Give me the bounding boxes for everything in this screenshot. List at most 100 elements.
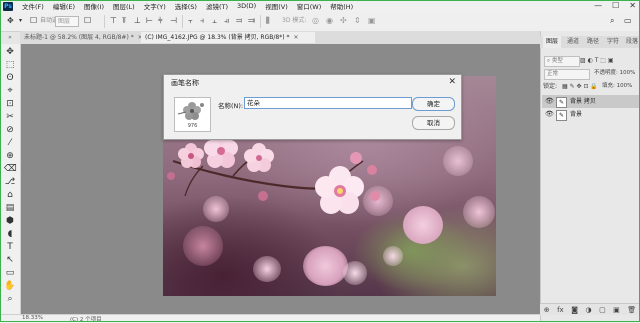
add-mask-icon[interactable]: ◙ <box>571 306 578 314</box>
menu-filter[interactable]: 滤镜(T) <box>206 1 228 11</box>
3d-slide-icon[interactable]: ⇕ <box>354 16 361 26</box>
lasso-tool-icon[interactable]: ʘ <box>4 72 16 84</box>
lock-label: 锁定: <box>543 83 558 90</box>
zoom-level[interactable]: 18.33% <box>22 315 43 321</box>
eyedropper-tool-icon[interactable]: ⊘ <box>4 124 16 136</box>
distribute-bottom-icon[interactable]: ⫠ <box>212 16 217 26</box>
name-field-label: 名称(N): <box>218 102 244 110</box>
healing-tool-icon[interactable]: ⊕ <box>4 150 16 162</box>
layer-name: 背景 <box>570 111 583 118</box>
eye-icon[interactable]: 👁 <box>545 95 554 108</box>
minimize-icon[interactable]: — <box>594 1 602 10</box>
brush-name-input[interactable] <box>244 97 412 109</box>
quick-select-tool-icon[interactable]: ⌖ <box>4 85 16 97</box>
workspace-icon[interactable]: ▭ <box>624 16 632 26</box>
fill-field[interactable]: 填充: 100% <box>602 82 632 91</box>
dodge-tool-icon[interactable]: ◖ <box>4 228 16 240</box>
layer-kind-filter[interactable]: ⌕ 类型 <box>544 56 580 67</box>
filter-icons[interactable]: ▨ ◐ T ⬚ ▣ <box>580 56 614 65</box>
blur-tool-icon[interactable]: ⬢ <box>4 215 16 227</box>
eraser-tool-icon[interactable]: ⌫ <box>4 163 17 175</box>
align-right-icon[interactable]: ⊣ <box>170 16 177 26</box>
lock-icons[interactable]: ▦ ✎ ✥ ⊡ 🔒 <box>562 82 598 91</box>
align-bottom-icon[interactable]: ⊥ <box>134 16 141 26</box>
path-select-tool-icon[interactable]: ↖ <box>4 254 16 266</box>
align-top-icon[interactable]: ⊤ <box>110 16 117 26</box>
auto-align-icon[interactable]: ⫼ <box>266 16 270 26</box>
distribute-left-icon[interactable]: ⫣ <box>224 16 229 26</box>
search-icon[interactable]: ⌕ <box>610 16 614 26</box>
text-tool-icon[interactable]: T <box>4 241 16 253</box>
gradient-tool-icon[interactable]: ▤ <box>4 202 16 214</box>
auto-select-target-dropdown[interactable]: 图层 <box>55 16 79 27</box>
align-vcenter-icon[interactable]: ⫪ <box>122 16 127 26</box>
brush-tool-icon[interactable]: ⁄ <box>4 137 16 149</box>
menu-window[interactable]: 窗口(W) <box>297 1 322 11</box>
tab-layers[interactable]: 图层 <box>543 36 562 48</box>
delete-layer-icon[interactable]: 🗑 <box>627 306 636 314</box>
tool-preset-dropdown-icon[interactable]: ▾ <box>19 16 22 26</box>
stamp-tool-icon[interactable]: ⎇ <box>4 176 16 188</box>
dialog-title: 画笔名称 <box>171 79 199 87</box>
menu-view[interactable]: 视图(V) <box>265 1 288 11</box>
align-hcenter-icon[interactable]: ⫩ <box>158 16 163 26</box>
3d-orbit-icon[interactable]: ◎ <box>312 16 319 26</box>
close-tab-icon[interactable]: ✕ <box>293 34 298 41</box>
toolbar-collapse-icon[interactable]: » <box>0 32 20 44</box>
tab-img-4162[interactable]: (C) IMG_4162.JPG @ 18.3% (背景 拷贝, RGB/8*)… <box>141 32 315 43</box>
menu-type[interactable]: 文字(Y) <box>144 1 166 11</box>
brush-layer-thumbnail-icon: ✎ <box>556 97 567 108</box>
tab-channels[interactable]: 通道 <box>567 36 579 48</box>
move-tool-icon[interactable]: ✥ <box>4 46 16 58</box>
shape-tool-icon[interactable]: ▭ <box>4 267 16 279</box>
zoom-tool-icon[interactable]: ⌕ <box>4 293 16 305</box>
menu-image[interactable]: 图像(I) <box>84 1 104 11</box>
tab-untitled[interactable]: 未标题-1 @ 58.2% (图层 4, RGB/8#) *✕ <box>20 32 143 43</box>
brush-name-dialog: 画笔名称 ✕ 976 名称(N): 确定 取消 <box>163 74 462 140</box>
tab-paths[interactable]: 路径 <box>587 36 599 48</box>
eye-icon[interactable]: 👁 <box>545 108 554 121</box>
panel-tabs: 图层 通道 路径 字符 段落 <box>540 36 640 48</box>
move-tool-icon[interactable]: ✥ <box>7 16 14 26</box>
layer-row[interactable]: 👁 ✎ 背景 <box>542 108 640 121</box>
document-tabs: 未标题-1 @ 58.2% (图层 4, RGB/8#) *✕ (C) IMG_… <box>20 31 540 44</box>
3d-pan-icon[interactable]: ✣ <box>340 16 347 26</box>
opacity-field[interactable]: 不透明度: 100% <box>594 69 635 78</box>
menu-3d[interactable]: 3D(D) <box>237 2 256 10</box>
align-left-icon[interactable]: ⊢ <box>146 16 153 26</box>
close-icon[interactable]: ✕ <box>448 77 456 87</box>
distribute-hcenter-icon[interactable]: ⫤ <box>236 16 242 26</box>
new-layer-icon[interactable]: ▣ <box>613 306 620 314</box>
menu-select[interactable]: 选择(S) <box>175 1 197 11</box>
photoshop-logo-icon: Ps <box>3 1 13 11</box>
cancel-button[interactable]: 取消 <box>412 116 455 130</box>
crop-tool-icon[interactable]: ⊡ <box>4 98 16 110</box>
history-brush-tool-icon[interactable]: ⌂ <box>4 189 16 201</box>
auto-select-checkbox[interactable]: ☐ <box>30 16 37 26</box>
tab-paragraph[interactable]: 段落 <box>626 36 638 48</box>
3d-roll-icon[interactable]: ◉ <box>326 16 333 26</box>
close-window-icon[interactable]: ✕ <box>629 1 636 10</box>
menu-file[interactable]: 文件(F) <box>22 1 44 11</box>
blend-mode-dropdown[interactable]: 正常 <box>544 69 590 80</box>
marquee-tool-icon[interactable]: ⬚ <box>4 59 16 71</box>
menu-layer[interactable]: 图层(L) <box>113 1 135 11</box>
layer-row[interactable]: 👁 ✎ 背景 拷贝 <box>542 95 640 108</box>
maximize-icon[interactable]: ☐ <box>612 1 619 10</box>
group-icon[interactable]: ▢ <box>599 306 606 314</box>
tab-character[interactable]: 字符 <box>607 36 619 48</box>
fx-icon[interactable]: fx <box>557 306 564 314</box>
adjustment-layer-icon[interactable]: ◑ <box>585 306 591 314</box>
menu-help[interactable]: 帮助(H) <box>330 1 353 11</box>
hand-tool-icon[interactable]: ✋ <box>4 280 16 292</box>
distribute-vcenter-icon[interactable]: ⫞ <box>200 16 204 26</box>
transform-controls-checkbox[interactable]: ☐ <box>84 16 91 26</box>
distribute-top-icon[interactable]: ⫟ <box>188 16 193 26</box>
menu-edit[interactable]: 编辑(E) <box>53 1 75 11</box>
3d-scale-icon[interactable]: ▣ <box>368 16 376 26</box>
link-layers-icon[interactable]: ⊕ <box>544 306 550 314</box>
options-bar: ✥ ▾ ☐ 自动选择: 图层 ☐ ⊤ ⫪ ⊥ ⊢ ⫩ ⊣ ⫟ ⫞ ⫠ ⫣ ⫤ ⫥… <box>0 12 640 32</box>
slice-tool-icon[interactable]: ✂ <box>4 111 16 123</box>
ok-button[interactable]: 确定 <box>412 97 455 111</box>
distribute-right-icon[interactable]: ⫥ <box>248 16 255 26</box>
